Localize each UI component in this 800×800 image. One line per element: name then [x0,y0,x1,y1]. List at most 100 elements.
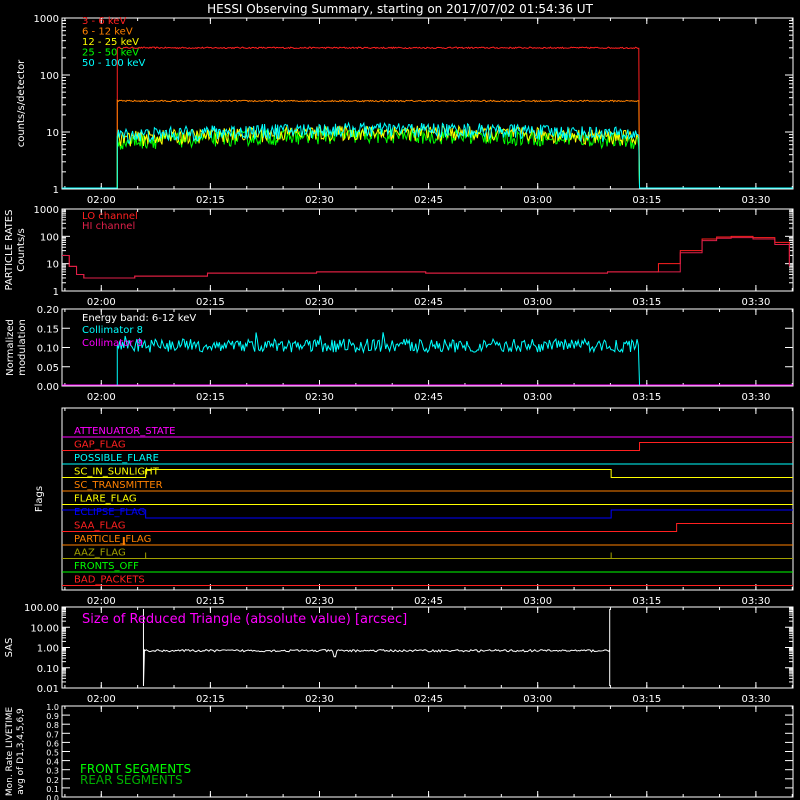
x-tick-label: 02:00 [87,694,116,705]
y-tick-label: 0.8 [46,721,59,730]
y-tick-label: 10 [46,260,59,271]
y-tick-label: 0.00 [37,382,59,393]
y-tick-label: 0.1 [46,785,59,794]
flag-label: AAZ_FLAG [74,548,126,559]
y-axis-label: Flags [34,486,45,512]
x-tick-label: 03:15 [632,392,661,403]
x-tick-label: 03:15 [632,297,661,308]
x-tick-label: 03:15 [632,694,661,705]
y-tick-label: 100 [40,71,59,82]
flag-label: GAP_FLAG [74,440,126,451]
y-tick-label: 0.2 [46,776,59,785]
flag-label: POSSIBLE_FLARE [74,453,159,464]
y-axis-label: PARTICLE RATES [4,210,15,291]
x-tick-label: 02:30 [305,694,334,705]
x-tick-label: 03:30 [741,297,770,308]
x-tick-label: 02:30 [305,297,334,308]
x-tick-label: 02:15 [196,392,225,403]
x-tick-label: 03:00 [523,392,552,403]
flag-label: FLARE_FLAG [74,494,137,505]
x-tick-label: 02:30 [305,392,334,403]
y-tick-label: 0.4 [46,758,59,767]
x-tick-label: 02:00 [87,195,116,206]
x-tick-label: 02:30 [305,195,334,206]
hessi-summary-chart: HESSI Observing Summary, starting on 201… [4,2,794,800]
x-tick-label: 02:15 [196,195,225,206]
x-tick-label: 03:00 [523,694,552,705]
y-tick-label: 1.00 [37,644,59,655]
x-tick-label: 02:45 [414,195,443,206]
legend-entry: 3 - 6 keV [82,16,126,27]
x-tick-label: 03:00 [523,596,552,607]
y-axis-label: SAS [4,638,15,658]
x-tick-label: 03:30 [741,694,770,705]
flag-label: SC_TRANSMITTER [74,480,163,491]
y-tick-label: 0.9 [46,712,59,721]
x-tick-label: 02:30 [305,596,334,607]
legend-entry: 12 - 25 keV [82,37,139,48]
series-line-collimator8 [116,332,641,386]
y-tick-label: 1 [53,185,59,196]
legend-entry: 50 - 100 keV [82,58,146,69]
flag-line [62,509,793,519]
y-tick-label: 0.3 [46,767,59,776]
x-tick-label: 02:15 [196,297,225,308]
panel-frame [61,208,794,292]
y-tick-label: 0.6 [46,739,59,748]
y-axis-label: Mon. Rate LIVETIME [5,707,15,797]
y-tick-label: 1000 [34,205,59,216]
x-tick-label: 02:45 [414,596,443,607]
y-tick-label: 0.10 [37,664,59,675]
chart-title: HESSI Observing Summary, starting on 201… [207,2,593,16]
x-tick-label: 03:30 [741,596,770,607]
x-tick-label: 02:45 [414,694,443,705]
y-tick-label: 1.0 [46,703,59,712]
x-tick-label: 02:45 [414,392,443,403]
x-tick-label: 03:30 [741,195,770,206]
flag-line [62,523,793,532]
flag-label: FRONTS_OFF [74,561,139,572]
flag-label: SC_IN_SUNLIGHT [74,467,160,478]
y-tick-label: 1000 [34,14,59,25]
y-tick-label: 0.05 [37,363,59,374]
y-axis-label: Normalized [5,319,16,376]
annotation: Size of Reduced Triangle (absolute value… [82,612,407,627]
x-tick-label: 03:00 [523,195,552,206]
y-tick-label: 0.01 [37,684,59,695]
y-axis-label: avg of D1,3,4,5,6,9 [16,708,26,795]
legend-entry: HI channel [82,221,135,232]
y-tick-label: 0.10 [37,344,59,355]
y-tick-label: 0.0 [46,794,59,800]
y-axis-label: Counts/s [16,228,27,272]
flag-label: SAA_FLAG [74,521,125,532]
y-tick-label: 10.00 [30,623,59,634]
series-line-1 [62,99,793,189]
flag-label: ATTENUATOR_STATE [74,426,175,437]
x-tick-label: 02:15 [196,694,225,705]
x-tick-label: 03:15 [632,195,661,206]
legend-entry: 25 - 50 keV [82,48,139,59]
x-tick-label: 03:00 [523,297,552,308]
y-tick-label: 0.15 [37,324,59,335]
annotation: Energy band: 6-12 keV [82,313,196,324]
flag-line [62,442,793,451]
x-tick-label: 02:45 [414,297,443,308]
legend-entry: 6 - 12 keV [82,27,133,38]
x-tick-label: 03:30 [741,392,770,403]
panel-frame [61,17,794,190]
legend-entry: Collimator 9 [82,338,143,349]
y-tick-label: 10 [46,128,59,139]
y-tick-label: 100 [40,232,59,243]
flag-label: PARTICLE_FLAG [74,534,151,545]
y-tick-label: 1 [53,287,59,298]
flag-label: BAD_PACKETS [74,575,145,586]
flag-line [62,469,793,478]
y-tick-label: 0.20 [37,305,59,316]
y-tick-label: 0.7 [46,730,59,739]
series-line-1 [62,237,790,279]
flag-label: ECLIPSE_FLAG [74,507,145,518]
legend-entry: Collimator 8 [82,325,143,336]
legend-entry: REAR SEGMENTS [80,773,183,787]
series-line-0 [62,46,793,189]
y-tick-label: 100.00 [24,603,59,614]
